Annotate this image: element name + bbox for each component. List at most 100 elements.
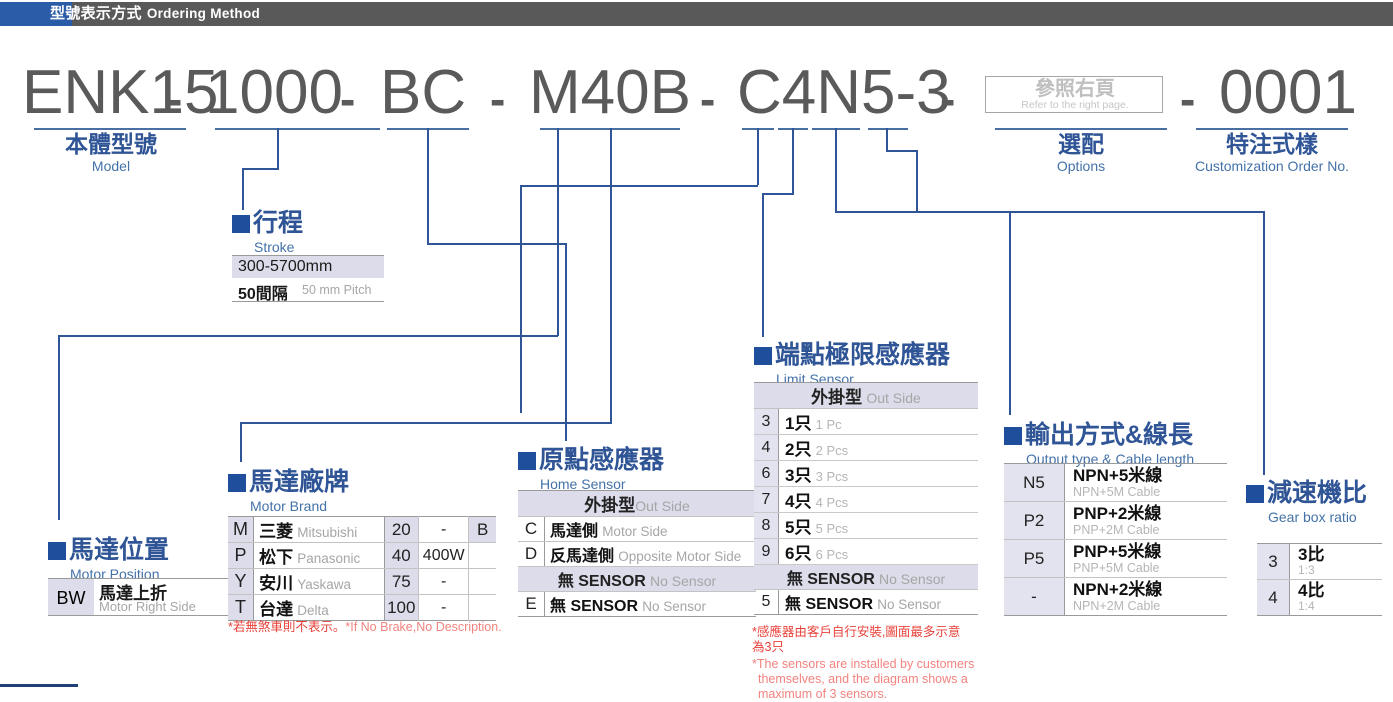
connector-limit-label-v bbox=[762, 193, 764, 337]
motor-brand-note-en: *If No Brake,No Description. bbox=[345, 620, 502, 634]
header-title-zh: 型號表示方式 bbox=[50, 5, 142, 22]
table-row: - NPN+2米線 NPN+2M Cable bbox=[1004, 577, 1227, 616]
group-gear-ratio: 減速機比 Gear box ratio bbox=[1246, 473, 1367, 525]
table-row: C 馬達側 Motor Side bbox=[518, 516, 756, 542]
brand-watt-cell: 400W bbox=[418, 542, 469, 569]
section-header: 型號表示方式 Ordering Method bbox=[0, 2, 1393, 26]
gear-name-cell: 3比 1:3 bbox=[1289, 543, 1382, 580]
limit-name-cell: 4只 4 Pcs bbox=[778, 486, 978, 513]
table-row: 5 無 SENSOR No Sensor bbox=[754, 589, 978, 615]
connector-output-v2 bbox=[1009, 211, 1011, 415]
group-motor-brand: 馬達廠牌 Motor Brand bbox=[228, 462, 349, 514]
table-row: N5 NPN+5米線 NPN+5M Cable bbox=[1004, 463, 1227, 502]
output-code-cell: P2 bbox=[1004, 501, 1065, 540]
output-code-cell: - bbox=[1004, 577, 1065, 616]
table-row: M 三菱 Mitsubishi 20- B bbox=[228, 516, 496, 543]
model-code-separator: - bbox=[700, 73, 716, 125]
table-row: 7 4只 4 Pcs bbox=[754, 486, 978, 513]
caption-model: 本體型號 Model bbox=[35, 131, 187, 175]
limit-note-en-1: *The sensors are installed by customers bbox=[752, 657, 975, 671]
model-code-part: C4N5-3 bbox=[737, 58, 951, 127]
table-row: 4 2只 2 Pcs bbox=[754, 434, 978, 461]
table-row: P5 PNP+5米線 PNP+5M Cable bbox=[1004, 539, 1227, 578]
connector-homesensor-h1 bbox=[427, 243, 566, 245]
limit-code-cell: 3 bbox=[754, 408, 779, 435]
tick-motor-position bbox=[557, 128, 559, 144]
limit-name-cell: 1只 1 Pc bbox=[778, 408, 978, 435]
limit-sensor-note-en: *The sensors are installed by customers … bbox=[752, 657, 974, 702]
group-motorbrand-en: Motor Brand bbox=[250, 498, 328, 514]
limit-name-cell: 3只 3 Pcs bbox=[778, 460, 978, 487]
caption-model-zh: 本體型號 bbox=[65, 131, 157, 157]
brand-code-cell: T bbox=[228, 594, 254, 621]
group-stroke-zh: 行程 bbox=[253, 209, 304, 237]
brand-watt-code-cell: 40 bbox=[383, 542, 419, 569]
table-row: E 無 SENSOR No Sensor bbox=[518, 591, 756, 617]
brand-watt-cell: - bbox=[418, 594, 469, 621]
connector-gear-h1 bbox=[916, 211, 1264, 213]
group-gear-zh: 減速機比 bbox=[1267, 479, 1368, 507]
brand-brake-cell bbox=[468, 594, 496, 621]
bullet-square-icon bbox=[1004, 427, 1022, 445]
limit-name-cell: 5只 5 Pcs bbox=[778, 512, 978, 539]
limit-note-zh-2: 為3只 bbox=[752, 640, 784, 654]
model-code-part: 1000 bbox=[205, 58, 343, 127]
table-row: D 反馬達側 Opposite Motor Side bbox=[518, 541, 756, 567]
output-name-cell: PNP+5米線 PNP+5M Cable bbox=[1064, 539, 1227, 578]
table-row: P 松下 Panasonic 40 400W bbox=[228, 542, 496, 569]
bullet-square-icon bbox=[228, 474, 246, 492]
stroke-range-value: 300-5700mm bbox=[238, 258, 333, 275]
brand-name-cell: 三菱 Mitsubishi bbox=[253, 516, 385, 543]
stroke-range-row: 300-5700mm bbox=[232, 255, 384, 278]
brand-watt-code-cell: 20 bbox=[383, 516, 419, 543]
table-row: Y 安川 Yaskawa 75- bbox=[228, 568, 496, 595]
brand-watt-code-cell: 100 bbox=[383, 594, 419, 621]
stroke-pitch-row: 50間隔 50 mm Pitch bbox=[232, 278, 384, 303]
group-motorbrand-zh: 馬達廠牌 bbox=[249, 468, 350, 496]
table-row: 4 4比 1:4 bbox=[1257, 579, 1382, 616]
home-code-cell: D bbox=[518, 541, 545, 567]
connector-gear-v1 bbox=[916, 150, 918, 212]
brand-brake-cell bbox=[468, 568, 496, 595]
limit-section2-header: 無 SENSOR No Sensor bbox=[754, 564, 978, 590]
model-code-separator: - bbox=[940, 73, 956, 125]
home-section-header: 外掛型Out Side bbox=[518, 490, 756, 517]
motorpos-en: Motor Right Side bbox=[99, 599, 196, 614]
tick-gear-ratio bbox=[886, 128, 888, 150]
connector-gear-v2 bbox=[1263, 211, 1265, 475]
table-row: 無 SENSOR No Sensor bbox=[754, 564, 978, 590]
brand-brake-cell bbox=[468, 542, 496, 569]
brand-name-cell: 松下 Panasonic bbox=[253, 542, 385, 569]
tick-limit-sensor bbox=[757, 128, 759, 150]
gear-code-cell: 3 bbox=[1257, 543, 1290, 580]
connector-motorbrand-h1 bbox=[240, 422, 611, 424]
home-section2-header: 無 SENSOR No Sensor bbox=[518, 566, 756, 592]
refer-right-page-box: 參照右頁 Refer to the right page. bbox=[985, 76, 1163, 113]
home-name-cell: 馬達側 Motor Side bbox=[544, 516, 756, 542]
output-name-cell: NPN+5米線 NPN+5M Cable bbox=[1064, 463, 1227, 502]
bullet-square-icon bbox=[48, 542, 66, 560]
brand-name-cell: 安川 Yaskawa bbox=[253, 568, 385, 595]
underline-stroke bbox=[215, 128, 380, 130]
limit-sensor-table: 外掛型 Out Side 3 1只 1 Pc 4 2只 2 Pcs 6 3只 3 Pcs 7 4… bbox=[754, 382, 978, 615]
group-motor-position: 馬達位置 Motor Position bbox=[48, 530, 169, 582]
caption-options-en: Options bbox=[1056, 158, 1106, 174]
connector-output-v1 bbox=[835, 150, 837, 212]
caption-options: 選配 Options bbox=[995, 131, 1167, 175]
connector-motorpos-v1 bbox=[557, 144, 559, 336]
caption-customization-en: Customization Order No. bbox=[1194, 158, 1350, 174]
model-code-string: ENK15-1000- BC - M40B - C4N5-3- -0001 bbox=[0, 57, 1393, 129]
header-title: 型號表示方式 Ordering Method bbox=[50, 2, 260, 26]
model-code-part: BC bbox=[380, 58, 467, 127]
group-homesensor-zh: 原點感應器 bbox=[539, 446, 665, 474]
motorpos-value-cell: 馬達上折 Motor Right Side bbox=[94, 579, 244, 615]
output-code-cell: P5 bbox=[1004, 539, 1065, 578]
bullet-square-icon bbox=[1246, 485, 1264, 503]
brand-watt-code-cell: 75 bbox=[383, 568, 419, 595]
gear-code-cell: 4 bbox=[1257, 579, 1290, 616]
motor-position-table: BW 馬達上折 Motor Right Side bbox=[48, 578, 244, 616]
bottom-accent-line bbox=[0, 684, 78, 687]
motor-brand-table: M 三菱 Mitsubishi 20- B P 松下 Panasonic 40 400W Y 安川… bbox=[228, 516, 496, 621]
group-stroke-en: Stroke bbox=[254, 239, 295, 255]
tick-home-sensor bbox=[427, 128, 429, 144]
